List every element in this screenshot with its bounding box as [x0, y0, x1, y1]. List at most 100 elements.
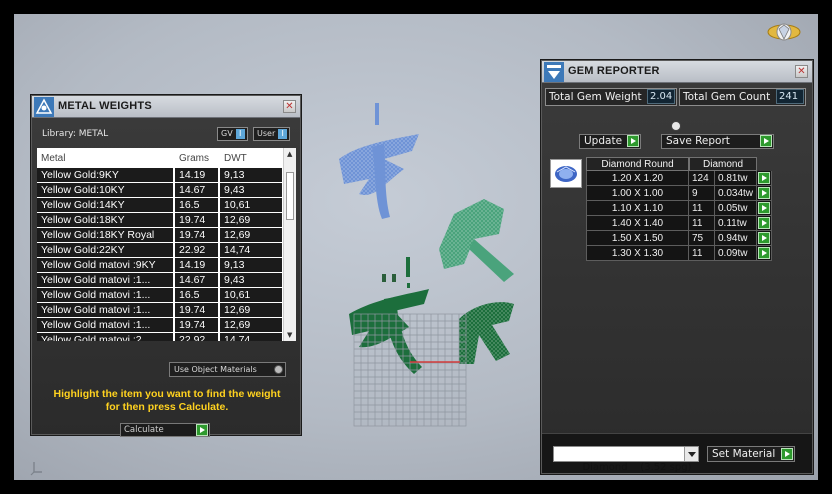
chevron-down-icon[interactable]	[684, 447, 698, 461]
table-row[interactable]: Yellow Gold:18KY Royal 19.74 12,69	[37, 228, 282, 243]
play-arrow-icon[interactable]	[758, 232, 771, 244]
metal-grams: 14.67	[175, 183, 220, 198]
metal-name: Yellow Gold matovi :1...	[37, 303, 175, 318]
table-row[interactable]: Yellow Gold matovi :1... 14.67 9,43	[37, 273, 282, 288]
total-gem-count-text: Total Gem Count	[683, 91, 771, 103]
toggle-knob-icon	[274, 365, 283, 374]
expand-toggle-icon[interactable]	[671, 121, 681, 131]
table-row[interactable]: Yellow Gold:14KY 16.5 10,61	[37, 198, 282, 213]
gem-count: 124	[689, 171, 715, 186]
gem-weight: 0.09tw	[715, 246, 758, 261]
metal-name: Yellow Gold matovi :9KY	[37, 258, 175, 273]
column-header-spacer	[757, 157, 772, 171]
calculate-button[interactable]: Calculate	[120, 423, 210, 437]
close-icon[interactable]: ✕	[795, 65, 808, 78]
metal-list[interactable]: Metal Grams DWT Yellow Gold:9KY 14.19 9,13…	[37, 148, 296, 341]
table-row[interactable]: 1.30 X 1.30 11 0.09tw	[586, 246, 773, 261]
table-row[interactable]: 1.20 X 1.20 124 0.81tw	[586, 171, 773, 186]
total-gem-weight-text: Total Gem Weight	[549, 91, 642, 103]
save-report-button[interactable]: Save Report	[661, 134, 774, 149]
metal-dwt: 12,69	[220, 318, 282, 333]
gem-count: 11	[689, 216, 715, 231]
metal-dwt: 9,43	[220, 273, 282, 288]
gem-table: Diamond Round Diamond 1.20 X 1.20 124 0.81…	[586, 157, 773, 261]
close-icon[interactable]: ✕	[283, 100, 296, 113]
play-arrow-icon[interactable]	[627, 135, 639, 147]
use-object-materials-toggle[interactable]: Use Object Materials	[169, 362, 286, 377]
3d-viewport[interactable]: METAL WEIGHTS ✕ Library: METAL GV I User I…	[14, 14, 818, 480]
gem-weight: 0.034tw	[715, 186, 758, 201]
table-row[interactable]: Yellow Gold matovi :9KY 14.19 9,13	[37, 258, 282, 273]
row-action	[757, 231, 773, 246]
gem-weight: 0.11tw	[715, 216, 758, 231]
play-arrow-icon[interactable]	[781, 448, 793, 460]
gem-reporter-title: GEM REPORTER	[568, 65, 660, 77]
column-header-diamond[interactable]: Diamond	[689, 157, 758, 171]
model-wireframe-scene[interactable]	[314, 99, 544, 439]
gv-toggle[interactable]: GV I	[217, 127, 248, 141]
scrollbar-thumb[interactable]	[286, 172, 294, 220]
gem-reporter-titlebar[interactable]: GEM REPORTER ✕	[542, 61, 812, 83]
play-arrow-icon[interactable]	[196, 424, 208, 436]
table-row[interactable]: Yellow Gold matovi :1... 19.74 12,69	[37, 318, 282, 333]
table-row[interactable]: Yellow Gold:22KY 22.92 14,74	[37, 243, 282, 258]
table-row[interactable]: Yellow Gold:18KY 19.74 12,69	[37, 213, 282, 228]
column-header-dwt[interactable]: DWT	[220, 148, 282, 168]
total-gem-count-value: 241	[776, 89, 804, 104]
play-arrow-icon[interactable]	[758, 217, 771, 229]
shield-logo-icon	[767, 23, 801, 41]
diamond-preview-icon[interactable]	[550, 159, 582, 188]
table-row[interactable]: Yellow Gold matovi :1... 19.74 12,69	[37, 303, 282, 318]
metal-grams: 19.74	[175, 213, 220, 228]
gem-size: 1.30 X 1.30	[586, 246, 689, 261]
play-arrow-icon[interactable]	[758, 172, 771, 184]
column-header-metal[interactable]: Metal	[37, 148, 175, 168]
metal-dwt: 10,61	[220, 288, 282, 303]
set-material-button[interactable]: Set Material	[707, 446, 795, 462]
material-select[interactable]: Diamond (3.52 spg)	[553, 446, 699, 473]
diamond-preview-graphic	[555, 166, 577, 182]
metal-list-scrollbar[interactable]: ▲ ▼	[283, 148, 296, 341]
instruction-line-1: Highlight the item you want to find the …	[53, 388, 281, 400]
play-arrow-icon[interactable]	[758, 187, 771, 199]
triangle-logo-icon	[34, 97, 54, 117]
gem-reporter-logo-icon	[544, 62, 564, 82]
table-row[interactable]: 1.00 X 1.00 9 0.034tw	[586, 186, 773, 201]
user-toggle-label: User	[257, 129, 276, 138]
metal-name: Yellow Gold:18KY Royal	[37, 228, 175, 243]
table-row[interactable]: 1.10 X 1.10 11 0.05tw	[586, 201, 773, 216]
table-row[interactable]: Yellow Gold matovi :2... 22.92 14,74	[37, 333, 282, 341]
metal-dwt: 9,13	[220, 168, 282, 183]
table-row[interactable]: Yellow Gold:9KY 14.19 9,13	[37, 168, 282, 183]
gem-size: 1.50 X 1.50	[586, 231, 689, 246]
metal-name: Yellow Gold matovi :1...	[37, 288, 175, 303]
scroll-up-icon[interactable]: ▲	[287, 150, 292, 158]
play-arrow-icon[interactable]	[760, 135, 772, 147]
table-row[interactable]: 1.40 X 1.40 11 0.11tw	[586, 216, 773, 231]
user-toggle[interactable]: User I	[253, 127, 291, 141]
metal-weights-titlebar[interactable]: METAL WEIGHTS ✕	[32, 96, 300, 118]
row-action	[757, 201, 773, 216]
gv-toggle-indicator: I	[235, 129, 245, 139]
table-row[interactable]: Yellow Gold matovi :1... 16.5 10,61	[37, 288, 282, 303]
play-arrow-icon[interactable]	[758, 247, 771, 259]
scroll-down-icon[interactable]: ▼	[287, 331, 292, 339]
update-button[interactable]: Update	[579, 134, 641, 149]
metal-name: Yellow Gold:22KY	[37, 243, 175, 258]
play-arrow-icon[interactable]	[758, 202, 771, 214]
gem-size: 1.10 X 1.10	[586, 201, 689, 216]
calculate-label: Calculate	[124, 425, 164, 435]
table-row[interactable]: 1.50 X 1.50 75 0.94tw	[586, 231, 773, 246]
column-header-diamond-round[interactable]: Diamond Round	[586, 157, 689, 171]
metal-table-header: Metal Grams DWT	[37, 148, 282, 168]
table-row[interactable]: Yellow Gold:10KY 14.67 9,43	[37, 183, 282, 198]
gem-count: 11	[689, 201, 715, 216]
metal-name: Yellow Gold:14KY	[37, 198, 175, 213]
metal-dwt: 9,13	[220, 258, 282, 273]
metal-grams: 19.74	[175, 318, 220, 333]
material-select-value: Diamond (3.52 spg)	[582, 462, 692, 473]
instruction-line-2: for then press Calculate.	[105, 401, 229, 413]
metal-grams: 14.19	[175, 258, 220, 273]
column-header-grams[interactable]: Grams	[175, 148, 220, 168]
metal-dwt: 10,61	[220, 198, 282, 213]
